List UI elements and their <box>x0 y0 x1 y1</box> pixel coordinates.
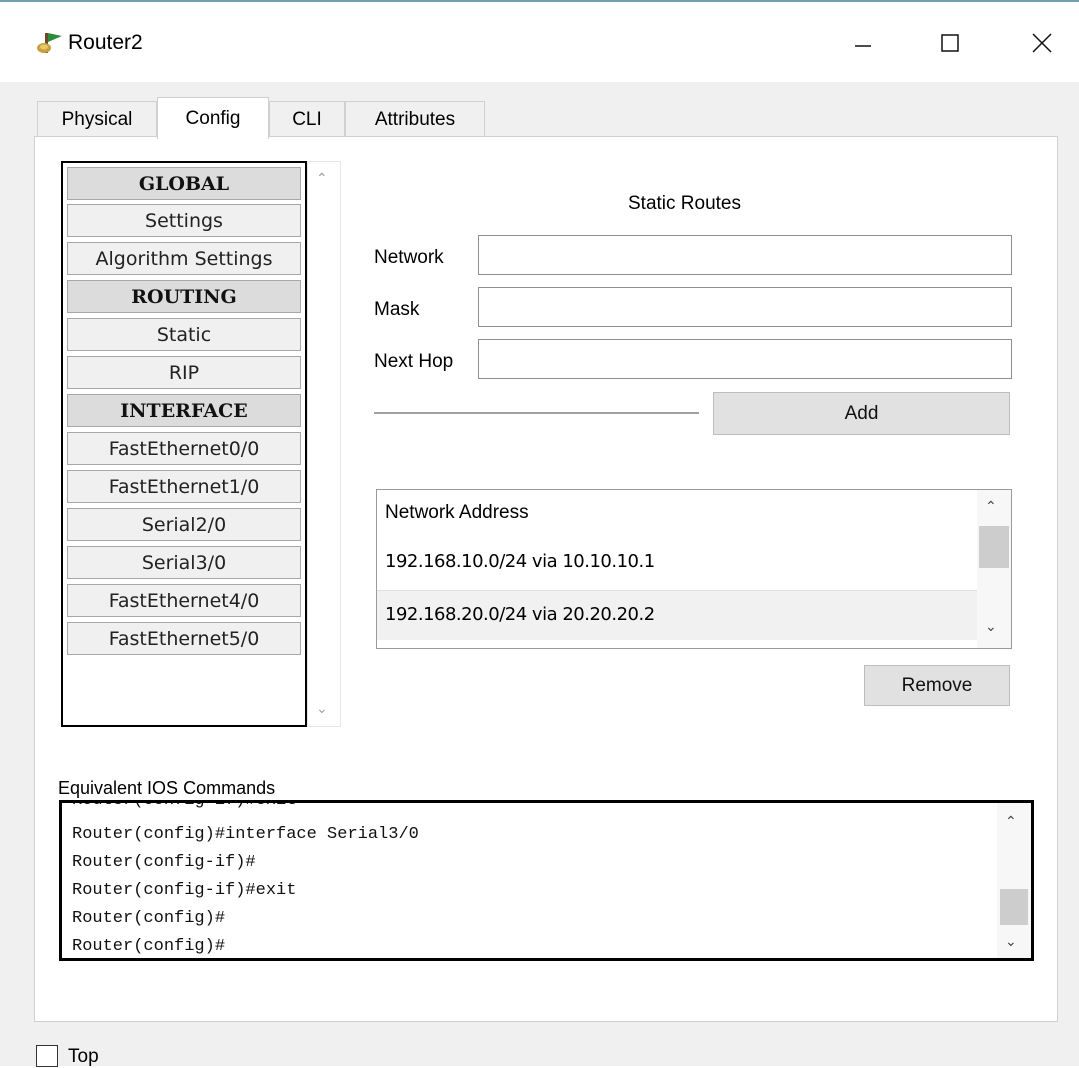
nav-item-fastethernet1-0[interactable]: FastEthernet1/0 <box>67 470 301 503</box>
routes-list[interactable]: Network Address 192.168.10.0/24 via 10.1… <box>376 489 1012 649</box>
network-input[interactable] <box>478 235 1012 275</box>
ios-line: Router(config)# <box>72 937 226 956</box>
tab-config[interactable]: Config <box>157 97 269 139</box>
title-bar[interactable]: Router2 <box>0 2 1079 82</box>
nav-item-settings[interactable]: Settings <box>67 204 301 237</box>
scroll-thumb[interactable] <box>1000 889 1028 925</box>
nav-item-serial3-0[interactable]: Serial3/0 <box>67 546 301 579</box>
close-button[interactable] <box>1017 22 1067 64</box>
next-hop-label: Next Hop <box>374 351 454 372</box>
next-hop-input[interactable] <box>478 339 1012 379</box>
ios-line: Router(config-if)#exit <box>72 881 297 900</box>
nav-header-global: GLOBAL <box>67 167 301 200</box>
add-button[interactable]: Add <box>713 392 1010 435</box>
router-window: Router2 Physical Config CLI Attributes G… <box>0 0 1079 1068</box>
nav-item-fastethernet4-0[interactable]: FastEthernet4/0 <box>67 584 301 617</box>
nav-item-static[interactable]: Static <box>67 318 301 351</box>
scroll-up-icon[interactable]: ⌃ <box>985 498 997 515</box>
ios-line: Router(config-if)# <box>72 853 256 872</box>
nav-item-rip[interactable]: RIP <box>67 356 301 389</box>
scroll-down-icon[interactable]: ⌄ <box>985 618 997 635</box>
nav-item-algorithm-settings[interactable]: Algorithm Settings <box>67 242 301 275</box>
network-label: Network <box>374 247 444 268</box>
top-checkbox-label[interactable]: Top <box>68 1046 99 1068</box>
ios-line: Router(config)#interface Serial3/0 <box>72 825 419 844</box>
top-checkbox[interactable] <box>36 1045 58 1067</box>
window-title: Router2 <box>68 31 143 54</box>
nav-scrollbar[interactable]: ⌃ ⌄ <box>307 161 341 727</box>
scroll-up-icon[interactable]: ⌃ <box>1005 813 1017 830</box>
minimize-button[interactable] <box>838 22 888 64</box>
separator <box>374 412 699 414</box>
ios-scrollbar[interactable]: ⌃ ⌄ <box>997 803 1031 958</box>
routes-list-header: Network Address <box>385 502 529 523</box>
minimize-icon <box>855 45 871 47</box>
ios-line: Router(config)# <box>72 909 226 928</box>
ios-commands-console[interactable]: Router(config-if)#exit Router(config)#in… <box>59 800 1034 961</box>
ios-line: Router(config-if)#exit <box>72 800 297 810</box>
maximize-button[interactable] <box>925 22 975 64</box>
close-icon <box>1032 33 1052 53</box>
tab-physical[interactable]: Physical <box>37 101 157 137</box>
nav-item-fastethernet0-0[interactable]: FastEthernet0/0 <box>67 432 301 465</box>
mask-input[interactable] <box>478 287 1012 327</box>
route-row[interactable]: 192.168.10.0/24 via 10.10.10.1 <box>377 538 978 588</box>
tab-cli[interactable]: CLI <box>269 101 345 137</box>
nav-header-interface: INTERFACE <box>67 394 301 427</box>
route-row[interactable]: 192.168.20.0/24 via 20.20.20.2 <box>377 590 978 640</box>
nav-item-serial2-0[interactable]: Serial2/0 <box>67 508 301 541</box>
maximize-icon <box>941 34 959 52</box>
scroll-down-icon[interactable]: ⌄ <box>316 700 328 717</box>
nav-item-fastethernet5-0[interactable]: FastEthernet5/0 <box>67 622 301 655</box>
scroll-thumb[interactable] <box>979 526 1009 568</box>
router-app-icon <box>37 33 62 53</box>
scroll-up-icon[interactable]: ⌃ <box>316 170 328 187</box>
mask-label: Mask <box>374 299 420 320</box>
tab-attributes[interactable]: Attributes <box>345 101 485 137</box>
scroll-down-icon[interactable]: ⌄ <box>1005 933 1017 950</box>
config-nav-list[interactable]: GLOBAL Settings Algorithm Settings ROUTI… <box>61 161 307 727</box>
remove-button[interactable]: Remove <box>864 665 1010 706</box>
ios-commands-label: Equivalent IOS Commands <box>58 778 276 798</box>
static-routes-title: Static Routes <box>628 193 741 214</box>
nav-header-routing: ROUTING <box>67 280 301 313</box>
routes-scrollbar[interactable]: ⌃ ⌄ <box>977 490 1011 648</box>
